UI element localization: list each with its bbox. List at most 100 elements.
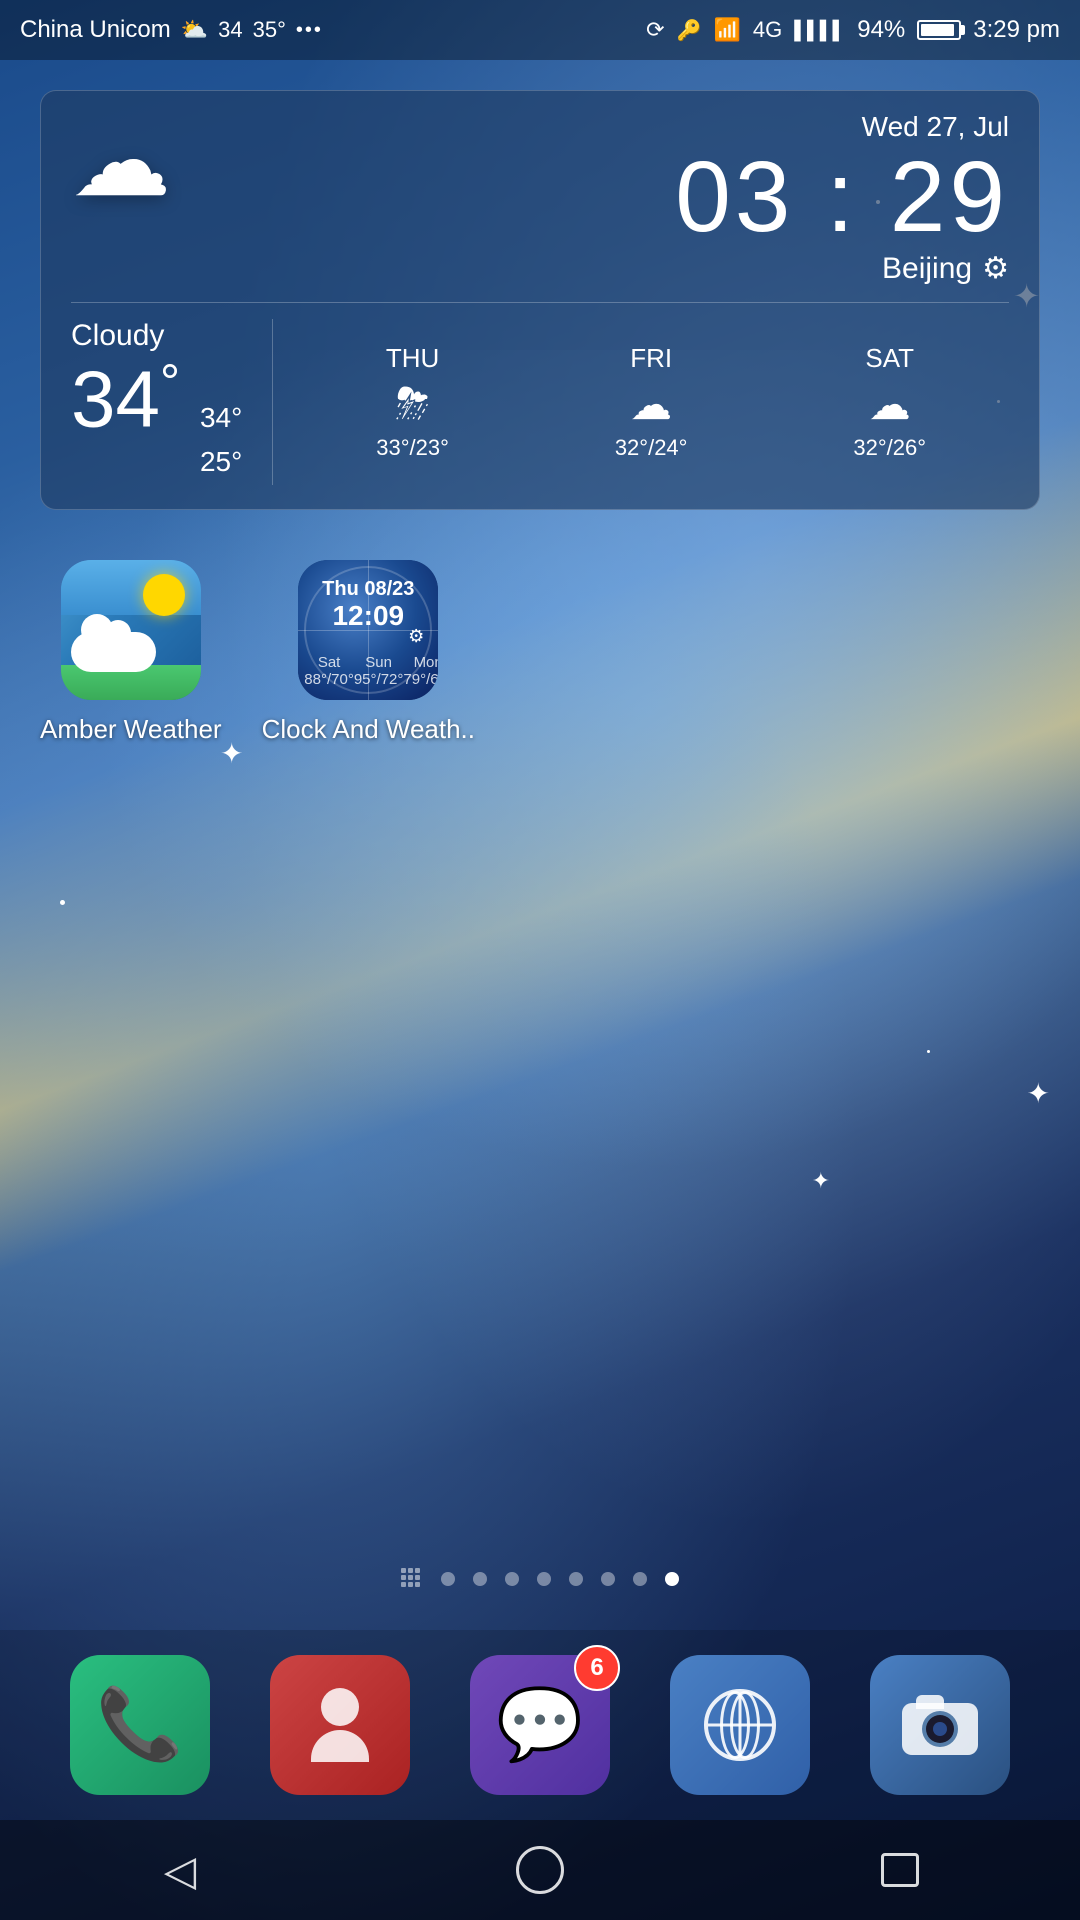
app-label-clock: Clock And Weath.. <box>262 714 475 745</box>
forecast-temps-thu: 33°/23° <box>376 435 449 461</box>
battery-pct: 94% <box>857 16 905 44</box>
current-temps-small: 34° 25° <box>200 396 242 486</box>
globe-curve-right <box>730 1691 760 1759</box>
current-weather: Cloudy 34° 34° 25° <box>71 319 273 485</box>
forecast-day-name-fri: FRI <box>630 343 672 374</box>
status-dots: ••• <box>296 19 323 42</box>
forecast-days: THU ⛈ 33°/23° FRI ☁ 32°/24° SAT ☁ 32°/26… <box>273 343 1009 461</box>
person-body <box>311 1730 369 1762</box>
nav-bar: ◁ <box>0 1820 1080 1920</box>
forecast-icon-fri: ☁ <box>630 380 672 429</box>
clock-mini-sun: Sun95°/72° <box>354 654 404 688</box>
rotate-icon: ⟳ <box>646 17 664 43</box>
app-clock-weather[interactable]: Thu 08/23 12:09 ⚙ Sat88°/70° Sun95°/72° … <box>262 560 475 745</box>
forecast-icon-sat: ☁ <box>869 380 911 429</box>
clock-icon-inner: Thu 08/23 12:09 ⚙ Sat88°/70° Sun95°/72° … <box>298 560 438 700</box>
amber-sun <box>143 574 185 616</box>
status-left: China Unicom ⛅ 34 35° ••• <box>20 16 323 44</box>
page-dot-grid <box>401 1568 423 1590</box>
widget-divider <box>71 302 1009 303</box>
messages-badge: 6 <box>574 1645 620 1691</box>
camera-icon <box>902 1695 978 1755</box>
carrier-label: China Unicom <box>20 16 171 44</box>
current-condition: Cloudy <box>71 319 242 353</box>
dock-camera[interactable] <box>870 1655 1010 1795</box>
page-dot-6[interactable] <box>601 1572 615 1586</box>
forecast-temps-sat: 32°/26° <box>853 435 926 461</box>
key-icon: 🔑 <box>677 18 702 43</box>
widget-time: 03 : 29 <box>675 147 1009 247</box>
current-temp-row: 34° 34° 25° <box>71 357 242 485</box>
battery-indicator <box>917 20 961 40</box>
amber-cloud-puff2 <box>105 620 131 646</box>
forecast-day-sat: SAT ☁ 32°/26° <box>853 343 926 461</box>
settings-icon[interactable]: ⚙ <box>982 251 1009 286</box>
status-right: ⟳ 🔑 📶 4G ▌▌▌▌ 94% 3:29 pm <box>646 16 1060 44</box>
star-dot-3 <box>60 900 65 905</box>
page-dot-4[interactable] <box>537 1572 551 1586</box>
page-dot-5[interactable] <box>569 1572 583 1586</box>
widget-date: Wed 27, Jul <box>675 111 1009 143</box>
status-temp-next: 35° <box>253 17 286 43</box>
apps-grid: Amber Weather Thu 08/23 12:09 ⚙ Sat88°/7… <box>40 560 475 745</box>
app-amber-weather[interactable]: Amber Weather <box>40 560 222 745</box>
clock-mini-mon: Mon79°/68° <box>403 654 438 688</box>
dock-phone[interactable]: 📞 <box>70 1655 210 1795</box>
page-dot-3[interactable] <box>505 1572 519 1586</box>
forecast-temps-fri: 32°/24° <box>615 435 688 461</box>
person-icon <box>311 1688 369 1762</box>
nav-recent-button[interactable] <box>860 1830 940 1910</box>
page-dot-1[interactable] <box>441 1572 455 1586</box>
status-weather-icon: ⛅ <box>181 17 208 43</box>
clock-time: 3:29 pm <box>973 16 1060 44</box>
current-temp-large: 34° <box>71 357 180 440</box>
nav-recent-square <box>881 1853 919 1887</box>
dock-messages[interactable]: 💬 6 <box>470 1655 610 1795</box>
wifi-icon: 📶 <box>713 17 740 43</box>
dock-browser[interactable] <box>670 1655 810 1795</box>
widget-datetime: Wed 27, Jul 03 : 29 Beijing ⚙ <box>675 111 1009 286</box>
clock-overlay-label: Thu 08/23 <box>298 578 438 601</box>
forecast-day-fri: FRI ☁ 32°/24° <box>615 343 688 461</box>
forecast-day-name-sat: SAT <box>865 343 914 374</box>
nav-home-circle <box>516 1846 564 1894</box>
page-dot-2[interactable] <box>473 1572 487 1586</box>
messages-icon: 💬 <box>496 1684 583 1766</box>
person-head <box>321 1688 359 1726</box>
weather-widget: ☁ Wed 27, Jul 03 : 29 Beijing ⚙ Cloudy 3… <box>40 90 1040 510</box>
cloud-icon: ☁ <box>71 111 171 211</box>
app-icon-amber <box>61 560 201 700</box>
globe-icon <box>704 1689 776 1761</box>
forecast-day-thu: THU ⛈ 33°/23° <box>376 343 449 461</box>
amber-icon-inner <box>61 560 201 700</box>
star-sparkle-4: ✦ <box>812 1170 830 1192</box>
camera-body <box>902 1703 978 1755</box>
widget-location: Beijing ⚙ <box>675 251 1009 286</box>
forecast-icon-thu: ⛈ <box>396 380 430 429</box>
forecast-day-name-thu: THU <box>386 343 439 374</box>
widget-top: ☁ Wed 27, Jul 03 : 29 Beijing ⚙ <box>71 111 1009 286</box>
dock: 📞 💬 6 <box>0 1630 1080 1820</box>
dock-contacts[interactable] <box>270 1655 410 1795</box>
widget-bottom: Cloudy 34° 34° 25° THU ⛈ 33°/23° FRI ☁ 3 <box>71 319 1009 485</box>
page-dot-7[interactable] <box>633 1572 647 1586</box>
star-sparkle-3: ✦ <box>1027 1080 1050 1108</box>
clock-gear-icon: ⚙ <box>408 626 424 647</box>
clock-mini-sat: Sat88°/70° <box>304 654 354 688</box>
signal-4g: 4G <box>753 17 782 43</box>
camera-lens <box>922 1711 958 1747</box>
page-dots <box>0 1568 1080 1590</box>
app-icon-clock: Thu 08/23 12:09 ⚙ Sat88°/70° Sun95°/72° … <box>298 560 438 700</box>
phone-icon: 📞 <box>96 1684 183 1766</box>
status-bar: China Unicom ⛅ 34 35° ••• ⟳ 🔑 📶 4G ▌▌▌▌ … <box>0 0 1080 60</box>
status-temp-current: 34 <box>218 17 242 43</box>
signal-bars: ▌▌▌▌ <box>794 20 845 41</box>
location-label: Beijing <box>882 252 972 286</box>
amber-cloud <box>71 632 156 672</box>
star-dot-4 <box>927 1050 930 1053</box>
nav-home-button[interactable] <box>500 1830 580 1910</box>
page-dot-8-active[interactable] <box>665 1572 679 1586</box>
nav-back-button[interactable]: ◁ <box>140 1830 220 1910</box>
clock-mini-forecast: Sat88°/70° Sun95°/72° Mon79°/68° <box>304 654 432 688</box>
app-label-amber: Amber Weather <box>40 714 222 745</box>
